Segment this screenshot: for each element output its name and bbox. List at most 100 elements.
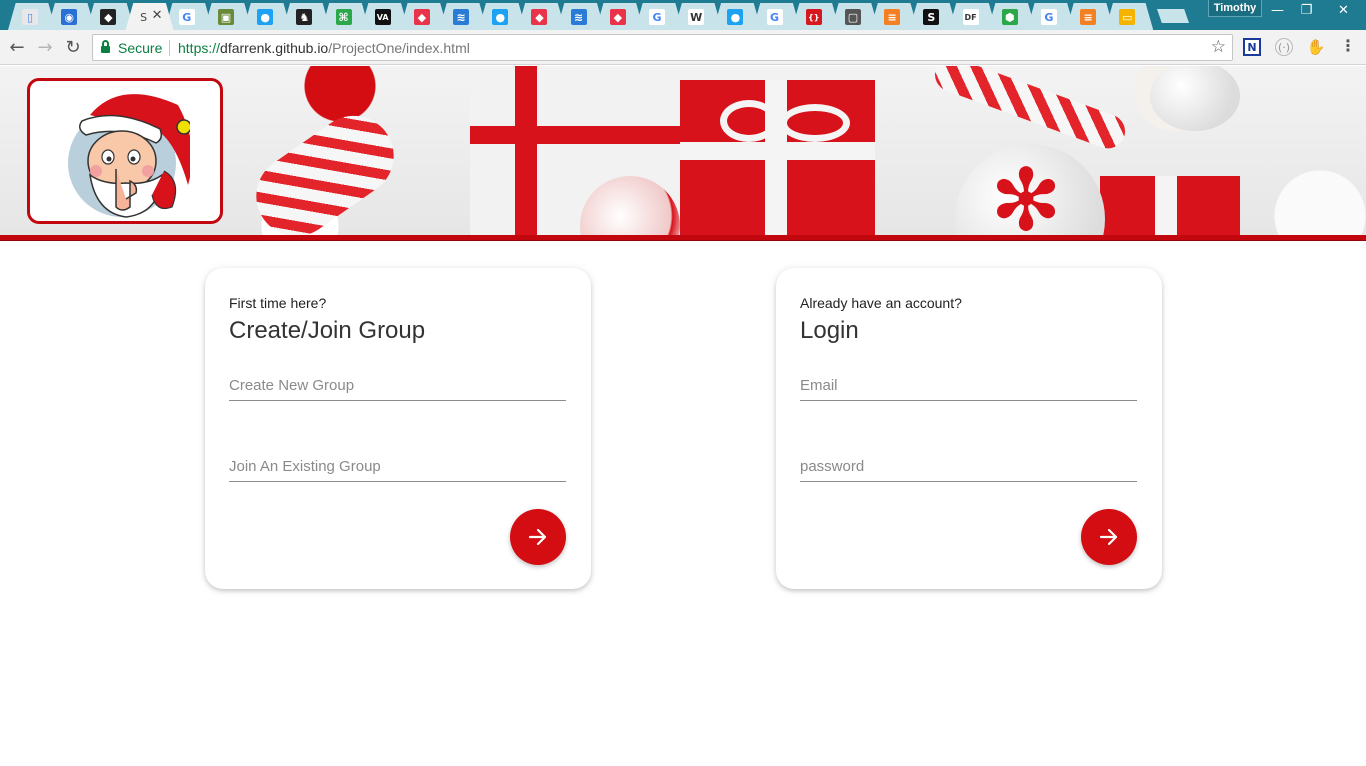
browser-tab[interactable]: ▢	[830, 3, 879, 30]
cube-icon: ⬢	[1001, 9, 1018, 25]
browser-tab[interactable]: ≋	[439, 3, 488, 30]
stack-icon: ≡	[884, 9, 901, 25]
login-card: Already have an account? Login	[776, 268, 1162, 589]
create-group-input[interactable]	[229, 371, 566, 401]
browser-tab[interactable]: ◆	[595, 3, 644, 30]
candy-cane-decoration	[930, 66, 1130, 154]
password-input[interactable]	[800, 452, 1137, 482]
bird-icon: ●	[492, 9, 509, 25]
browser-tab[interactable]: ♞	[282, 3, 331, 30]
browser-tab[interactable]: DF	[948, 3, 997, 30]
new-tab-button[interactable]	[1157, 9, 1189, 23]
browser-tab[interactable]: ▭	[1105, 3, 1154, 30]
reload-button[interactable]: ↻	[62, 36, 84, 58]
browser-tab[interactable]: G	[752, 3, 801, 30]
github-icon: ◆	[100, 9, 117, 25]
fox-icon: ◆	[413, 9, 430, 25]
browser-tab-strip: ▯ ◉ ◆ S ✕ G ▣ ● ♞ ⌘ VA ◆ ≋ ● ◆ ≋ ◆ G W ● G{} ▢ ≡ S DF ⬢ G ≡ ▭ Timoth…	[0, 0, 1366, 30]
browser-tab[interactable]: ⬢	[987, 3, 1036, 30]
browser-tab[interactable]: ⌘	[321, 3, 370, 30]
url-text[interactable]: https://dfarrenk.github.io/ProjectOne/in…	[178, 40, 470, 56]
divider	[169, 40, 170, 56]
google-icon: G	[1040, 9, 1057, 25]
browser-tab[interactable]: ◆	[86, 3, 135, 30]
browser-tab[interactable]: ▣	[203, 3, 252, 30]
browser-tab[interactable]: ●	[478, 3, 527, 30]
browser-tab[interactable]: S	[909, 3, 958, 30]
arrow-right-icon	[1099, 528, 1118, 546]
va-icon: VA	[374, 9, 391, 25]
browser-toolbar: ← → ↻ Secure https://dfarrenk.github.io/…	[0, 30, 1366, 65]
address-bar[interactable]: Secure https://dfarrenk.github.io/Projec…	[92, 34, 1233, 61]
terminal-icon: ▢	[844, 9, 861, 25]
login-card-kicker: Already have an account?	[800, 295, 962, 311]
lock-icon	[101, 40, 110, 53]
close-tab-icon[interactable]: ✕	[152, 8, 163, 23]
restore-button[interactable]: ❐	[1292, 0, 1321, 20]
site-logo[interactable]	[27, 78, 223, 224]
join-group-input[interactable]	[229, 452, 566, 482]
extension-n-icon[interactable]: N	[1243, 38, 1261, 56]
extension-hand-icon[interactable]: ✋	[1307, 38, 1326, 56]
slides-icon: ▭	[1119, 9, 1136, 25]
santa-logo-icon	[68, 94, 190, 218]
wave-icon: ≋	[453, 9, 470, 25]
browser-tab[interactable]: ▯	[8, 3, 56, 30]
wave-icon: ≋	[570, 9, 587, 25]
snowflake-icon: ✻	[990, 151, 1063, 236]
google-icon: G	[649, 9, 665, 25]
profile-button[interactable]: Timothy	[1208, 0, 1262, 17]
bird-icon: ●	[727, 9, 744, 25]
browser-tab[interactable]: {}	[791, 3, 840, 30]
fox-icon: ◆	[609, 9, 626, 25]
page-icon: S	[140, 10, 148, 24]
email-input[interactable]	[800, 371, 1137, 401]
small-gift-decoration	[1100, 176, 1240, 236]
ornament-decoration	[1150, 66, 1240, 131]
google-icon: G	[766, 9, 783, 25]
create-join-submit-button[interactable]	[510, 509, 566, 565]
close-window-button[interactable]: ✕	[1321, 0, 1366, 20]
df-icon: DF	[962, 9, 979, 25]
stack-icon: ≡	[1080, 9, 1097, 25]
browser-tab[interactable]: ≡	[1066, 3, 1115, 30]
unicorn-icon: ♞	[296, 9, 313, 25]
browser-tab[interactable]: ◆	[517, 3, 566, 30]
minimize-button[interactable]: —	[1263, 0, 1292, 20]
s-icon: S	[923, 9, 940, 25]
bird-icon: ●	[257, 9, 274, 25]
arrow-right-icon	[528, 528, 547, 546]
login-submit-button[interactable]	[1081, 509, 1137, 565]
red-gift-decoration	[680, 80, 875, 236]
chrome-menu-icon[interactable]: ⋮	[1340, 36, 1356, 55]
eye-icon: ◉	[61, 9, 78, 25]
browser-tab[interactable]: ≋	[556, 3, 605, 30]
browser-tab[interactable]: VA	[360, 3, 409, 30]
create-join-card: First time here? Create/Join Group	[205, 268, 591, 589]
browser-tab[interactable]: ◆	[399, 3, 448, 30]
google-icon: G	[178, 9, 195, 25]
forward-button[interactable]: →	[34, 36, 56, 58]
tab-list: ▯ ◉ ◆ S ✕ G ▣ ● ♞ ⌘ VA ◆ ≋ ● ◆ ≋ ◆ G W ● G{} ▢ ≡ S DF ⬢ G ≡ ▭	[8, 3, 1154, 30]
doc-icon: ▯	[22, 9, 38, 25]
fox-icon: ◆	[531, 9, 548, 25]
photo-icon: ▣	[217, 9, 234, 25]
window-controls: — ❐ ✕	[1263, 0, 1366, 20]
secure-label: Secure	[118, 40, 163, 56]
extension-circle-icon[interactable]: (·)	[1275, 38, 1293, 56]
browser-tab[interactable]: W	[674, 3, 723, 30]
browser-tab[interactable]: ≡	[870, 3, 919, 30]
browser-tab[interactable]: G	[1026, 3, 1075, 30]
browser-tab[interactable]: ◉	[47, 3, 96, 30]
create-card-kicker: First time here?	[229, 295, 327, 311]
browser-tab[interactable]: ●	[243, 3, 292, 30]
url-protocol: https://	[178, 40, 221, 56]
wikipedia-icon: W	[688, 9, 705, 25]
browser-tab-active[interactable]: S ✕	[125, 3, 174, 30]
back-button[interactable]: ←	[6, 36, 28, 58]
url-host: dfarrenk.github.io	[220, 40, 329, 56]
browser-tab[interactable]: G	[635, 3, 683, 30]
bookmark-star-icon[interactable]: ☆	[1211, 37, 1226, 57]
candy-decoration	[240, 100, 410, 236]
browser-tab[interactable]: ●	[713, 3, 762, 30]
